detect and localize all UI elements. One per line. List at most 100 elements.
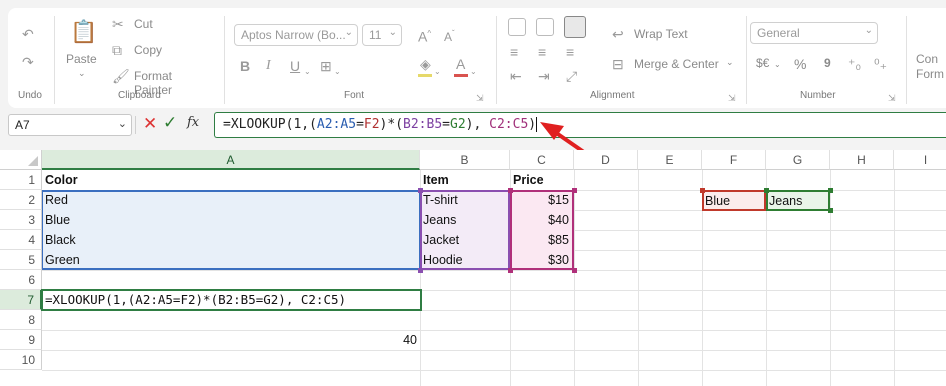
formula-part: )*( bbox=[379, 117, 404, 132]
font-name-value: Aptos Narrow (Bo... bbox=[241, 28, 346, 42]
select-all-corner[interactable] bbox=[0, 150, 42, 170]
cancel-icon[interactable]: ✕ bbox=[143, 114, 157, 134]
column-header-h[interactable]: H bbox=[830, 150, 894, 170]
alignment-group-label: Alignment bbox=[590, 90, 635, 101]
row-header-9[interactable]: 9 bbox=[0, 330, 42, 350]
increase-decimal-icon[interactable]: ⁺₀ bbox=[848, 56, 861, 72]
row-header-3[interactable]: 3 bbox=[0, 210, 42, 230]
italic-icon[interactable]: I bbox=[266, 58, 271, 74]
cell-b2[interactable]: T-shirt bbox=[420, 190, 510, 210]
decrease-font-icon[interactable]: Aˇ bbox=[444, 26, 455, 45]
row-header-8[interactable]: 8 bbox=[0, 310, 42, 330]
column-header-a[interactable]: A bbox=[42, 150, 420, 170]
chevron-down-icon: ⌄ bbox=[388, 27, 397, 38]
enter-icon[interactable]: ✓ bbox=[163, 113, 177, 133]
align-left-icon[interactable]: ≡ bbox=[510, 44, 518, 60]
cell-f2[interactable]: Blue bbox=[702, 191, 766, 211]
formula-part: = bbox=[442, 117, 450, 132]
cell-c2[interactable]: $15 bbox=[510, 190, 572, 210]
dialog-launcher-icon[interactable]: ⇲ bbox=[888, 90, 896, 106]
column-header-g[interactable]: G bbox=[766, 150, 830, 170]
cell-a2[interactable]: Red bbox=[42, 190, 420, 210]
row-header-1[interactable]: 1 bbox=[0, 170, 42, 190]
paste-dropdown-icon: ⌄ bbox=[78, 68, 86, 78]
paste-button[interactable]: 📋 Paste ⌄ bbox=[64, 16, 100, 80]
align-middle-button[interactable] bbox=[536, 18, 554, 36]
cell-b5[interactable]: Hoodie bbox=[420, 250, 510, 270]
align-bottom-button[interactable] bbox=[564, 16, 586, 38]
currency-button[interactable]: $€ bbox=[756, 56, 769, 70]
number-format-select[interactable]: General ⌄ bbox=[750, 22, 878, 44]
font-color-swatch bbox=[454, 74, 468, 77]
row-header-5[interactable]: 5 bbox=[0, 250, 42, 270]
row-header-7[interactable]: 7 bbox=[0, 290, 42, 310]
column-header-i[interactable]: I bbox=[894, 150, 946, 170]
align-top-button[interactable] bbox=[508, 18, 526, 36]
column-header-d[interactable]: D bbox=[574, 150, 638, 170]
row-header-4[interactable]: 4 bbox=[0, 230, 42, 250]
chevron-down-icon[interactable]: ⌄ bbox=[470, 64, 477, 80]
font-color-icon[interactable]: A bbox=[456, 56, 465, 72]
cell-c5[interactable]: $30 bbox=[510, 250, 572, 270]
cell-a5[interactable]: Green bbox=[42, 250, 420, 270]
clipboard-icon: 📋 bbox=[70, 19, 98, 44]
formula-ref-g2: G2 bbox=[450, 117, 466, 132]
font-size-select[interactable]: 11 ⌄ bbox=[362, 24, 402, 46]
decrease-indent-icon[interactable]: ⇤ bbox=[510, 68, 522, 84]
number-format-value: General bbox=[757, 26, 800, 40]
chevron-down-icon[interactable]: ⌄ bbox=[434, 64, 441, 80]
fill-color-icon[interactable]: ◈ bbox=[420, 56, 431, 72]
column-header-f[interactable]: F bbox=[702, 150, 766, 170]
chevron-down-icon: ⌄ bbox=[726, 57, 734, 67]
increase-font-icon[interactable]: A^ bbox=[418, 26, 431, 45]
increase-indent-icon[interactable]: ⇥ bbox=[538, 68, 550, 84]
cell-c1[interactable]: Price bbox=[510, 170, 574, 190]
cell-c3[interactable]: $40 bbox=[510, 210, 572, 230]
align-center-icon[interactable]: ≡ bbox=[538, 44, 546, 60]
chevron-down-icon[interactable]: ⌄ bbox=[118, 117, 127, 130]
row-header-6[interactable]: 6 bbox=[0, 270, 42, 290]
decrease-decimal-icon[interactable]: ⁰₊ bbox=[874, 56, 887, 72]
row-header-10[interactable]: 10 bbox=[0, 350, 42, 370]
cell-a7[interactable]: =XLOOKUP(1,(A2:A5=F2)*(B2:B5=G2), C2:C5) bbox=[42, 290, 420, 310]
dialog-launcher-icon[interactable]: ⇲ bbox=[476, 90, 484, 106]
cell-b3[interactable]: Jeans bbox=[420, 210, 510, 230]
cell-a9[interactable]: 40 bbox=[42, 330, 420, 350]
undo-icon[interactable]: ↶ bbox=[22, 26, 34, 42]
cell-g2[interactable]: Jeans bbox=[766, 191, 830, 211]
chevron-down-icon[interactable]: ⌄ bbox=[774, 60, 781, 69]
font-name-select[interactable]: Aptos Narrow (Bo... ⌄ bbox=[234, 24, 358, 46]
insert-function-button[interactable]: fx bbox=[187, 115, 199, 130]
comma-style-button[interactable]: 9 bbox=[824, 56, 831, 70]
chevron-down-icon[interactable]: ⌄ bbox=[334, 64, 341, 80]
percent-button[interactable]: % bbox=[794, 56, 806, 72]
cell-b4[interactable]: Jacket bbox=[420, 230, 510, 250]
formula-ref-a2-a5: A2:A5 bbox=[316, 117, 357, 132]
chevron-down-icon[interactable]: ⌄ bbox=[304, 64, 311, 80]
borders-icon[interactable]: ⊞ bbox=[320, 58, 332, 74]
column-header-b[interactable]: B bbox=[420, 150, 510, 170]
formula-bar: A7 ⌄ ✕ ✓ fx =XLOOKUP(1,(A2:A5=F2)*(B2:B5… bbox=[0, 110, 946, 140]
conditional-format-button[interactable]: Con Form bbox=[916, 52, 946, 82]
column-header-e[interactable]: E bbox=[638, 150, 702, 170]
bold-icon[interactable]: B bbox=[240, 58, 250, 74]
align-right-icon[interactable]: ≡ bbox=[566, 44, 574, 60]
cell-b1[interactable]: Item bbox=[420, 170, 510, 190]
cell-a4[interactable]: Black bbox=[42, 230, 420, 250]
row-header-2[interactable]: 2 bbox=[0, 190, 42, 210]
undo-group-label: Undo bbox=[18, 90, 42, 101]
column-header-c[interactable]: C bbox=[510, 150, 574, 170]
redo-icon[interactable]: ↷ bbox=[22, 54, 34, 70]
scissors-icon: ✂ bbox=[112, 16, 124, 32]
formula-part: =XLOOKUP(1,( bbox=[223, 117, 317, 132]
paste-label: Paste bbox=[66, 52, 97, 66]
divider bbox=[135, 116, 136, 134]
underline-icon[interactable]: U bbox=[290, 58, 300, 74]
name-box[interactable]: A7 ⌄ bbox=[8, 114, 132, 136]
dialog-launcher-icon[interactable]: ⇲ bbox=[728, 90, 736, 106]
cell-a1[interactable]: Color bbox=[42, 170, 420, 190]
orientation-icon[interactable]: ⤢ bbox=[566, 68, 577, 84]
cell-c4[interactable]: $85 bbox=[510, 230, 572, 250]
copy-label: Copy bbox=[134, 43, 163, 57]
cell-a3[interactable]: Blue bbox=[42, 210, 420, 230]
